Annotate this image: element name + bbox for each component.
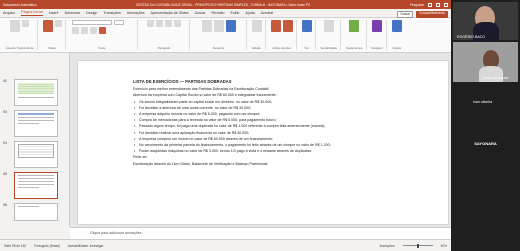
slide-counter: Slide 95 de 152 xyxy=(4,243,27,248)
slide-thumbnail[interactable] xyxy=(14,203,58,221)
thumb-number: 94 xyxy=(3,141,7,145)
tab-design[interactable]: Design xyxy=(86,11,97,15)
numbering-icon[interactable] xyxy=(156,20,164,27)
tab-pagina-inicial[interactable]: Página Inicial xyxy=(21,10,43,16)
title-bar: Salvamento Automático GESTÃO DA CONTABIL… xyxy=(0,0,451,9)
ribbon-group-addins: Suplementos xyxy=(343,20,367,50)
slide-text-box[interactable]: LISTA DE EXERCÍCIOS — PARTIDAS DOBRADAS … xyxy=(133,79,418,167)
tab-exibir[interactable]: Exibir xyxy=(231,11,240,15)
tab-desenhar[interactable]: Desenhar xyxy=(65,11,81,15)
font-size-select[interactable] xyxy=(114,20,125,25)
record-button[interactable]: Gravar xyxy=(397,10,413,18)
participant-name: SAYONARA xyxy=(474,141,497,146)
tab-ajuda[interactable]: Ajuda xyxy=(246,11,255,15)
slide-thumbnails-pane: 92 93 94 95 96 xyxy=(0,53,70,227)
tab-inserir[interactable]: Inserir xyxy=(49,11,59,15)
tab-gravar[interactable]: Gravar xyxy=(195,11,206,15)
ribbon-group-editing: Edição xyxy=(249,20,266,50)
search-box[interactable]: Pesquisar xyxy=(410,3,424,7)
participant-body xyxy=(473,22,499,42)
ribbon-group-copilot: Copilot xyxy=(389,20,405,50)
ribbon-group-sensitivity: Sensibilidade xyxy=(318,20,342,50)
dictate-icon[interactable] xyxy=(301,20,312,32)
zoom-slider[interactable] xyxy=(402,243,433,248)
share-pdf-icon[interactable] xyxy=(282,20,293,32)
paste-icon[interactable] xyxy=(10,20,21,32)
participant-name: ROGÉRIO BACO xyxy=(457,35,486,39)
new-slide-icon[interactable] xyxy=(42,20,53,32)
notes-button[interactable]: Anotações xyxy=(380,244,395,248)
ribbon-group-acrobat: Adobe Acrobat xyxy=(268,20,297,50)
italic-icon[interactable] xyxy=(81,27,89,34)
participant-name: Ivan oliveira xyxy=(473,100,493,104)
designer-icon[interactable] xyxy=(372,20,383,32)
notes-pane[interactable]: Clique para adicionar anotações xyxy=(70,227,451,239)
ribbon: Área de Transferência Slides Fonte Parág… xyxy=(0,18,451,53)
slide-thumbnail[interactable] xyxy=(14,110,58,137)
exercise-list: Os sócios integralizaram parte do capita… xyxy=(133,99,418,155)
thumb-number: 93 xyxy=(3,110,7,114)
font-name-select[interactable] xyxy=(72,20,113,25)
powerpoint-window: Salvamento Automático GESTÃO DA CONTABIL… xyxy=(0,0,451,251)
participant-name: Cintia de Souza xyxy=(483,76,509,80)
find-icon[interactable] xyxy=(251,20,262,32)
ribbon-group-slides: Slides xyxy=(40,20,66,50)
bold-icon[interactable] xyxy=(72,27,80,34)
menu-bar: Arquivo Página Inicial Inserir Desenhar … xyxy=(0,9,451,18)
thumb-number: 92 xyxy=(3,79,7,83)
accessibility-indicator[interactable]: Acessibilidade: investigar xyxy=(68,244,104,248)
slide-thumbnail-selected[interactable] xyxy=(14,172,58,199)
maximize-icon[interactable] xyxy=(436,2,440,7)
close-icon[interactable] xyxy=(444,2,448,7)
slide-thumbnail[interactable] xyxy=(14,79,58,106)
ribbon-group-drawing: Desenho xyxy=(192,20,247,50)
thumb-number: 95 xyxy=(3,172,7,176)
align-left-icon[interactable] xyxy=(165,20,173,27)
video-participants-panel: ROGÉRIO BACO Cintia de Souza Ivan olivei… xyxy=(451,0,520,251)
tab-animacoes[interactable]: Animações xyxy=(127,11,145,15)
ribbon-group-paragraph: Parágrafo xyxy=(140,20,190,50)
addins-icon[interactable] xyxy=(349,20,360,32)
arrange-icon[interactable] xyxy=(213,20,224,32)
layout-icon[interactable] xyxy=(54,20,62,27)
minimize-icon[interactable] xyxy=(428,2,432,7)
tab-transicoes[interactable]: Transições xyxy=(103,11,120,15)
bullets-icon[interactable] xyxy=(147,20,155,27)
share-button[interactable]: Compartilhamento xyxy=(415,10,448,18)
window-title: GESTÃO DA CONTABILIDADE GERAL - PRINCÍPI… xyxy=(136,2,311,7)
slide-ask-2: Escrituração através do Livro Diário, Ba… xyxy=(133,161,268,166)
tab-arquivo[interactable]: Arquivo xyxy=(3,11,15,15)
autosave-label[interactable]: Salvamento Automático xyxy=(3,3,37,7)
thumb-number: 96 xyxy=(3,203,7,207)
tab-revisao[interactable]: Revisão xyxy=(212,11,225,15)
ribbon-group-font: Fonte xyxy=(68,20,138,50)
list-item: Foram adquiridas máquinas no valor de R$… xyxy=(133,148,418,154)
underline-icon[interactable] xyxy=(90,27,98,34)
align-center-icon[interactable] xyxy=(174,20,182,27)
create-pdf-icon[interactable] xyxy=(270,20,281,32)
slide-editing-area: LISTA DE EXERCÍCIOS — PARTIDAS DOBRADAS … xyxy=(70,53,451,227)
slide-title: LISTA DE EXERCÍCIOS — PARTIDAS DOBRADAS xyxy=(133,79,232,84)
current-slide[interactable]: LISTA DE EXERCÍCIOS — PARTIDAS DOBRADAS … xyxy=(78,61,448,224)
zoom-level[interactable]: 40% xyxy=(441,244,447,248)
ribbon-group-voice: Voz xyxy=(299,20,316,50)
quick-styles-icon[interactable] xyxy=(225,20,236,32)
font-color-icon[interactable] xyxy=(99,27,107,34)
ribbon-group-designer: Designer xyxy=(369,20,387,50)
language-indicator[interactable]: Português (Brasil) xyxy=(34,244,60,248)
sensitivity-icon[interactable] xyxy=(323,20,334,32)
status-bar: Slide 95 de 152 Português (Brasil) Acess… xyxy=(0,239,451,251)
cut-icon[interactable] xyxy=(22,20,30,27)
tab-apresentacao[interactable]: Apresentação de Slides xyxy=(151,11,189,15)
tab-acrobat[interactable]: Acrobat xyxy=(261,11,273,15)
slide-thumbnail[interactable] xyxy=(14,141,58,168)
shapes-icon[interactable] xyxy=(201,20,212,32)
ribbon-group-clipboard: Área de Transferência xyxy=(3,20,38,50)
copilot-icon[interactable] xyxy=(391,20,402,32)
